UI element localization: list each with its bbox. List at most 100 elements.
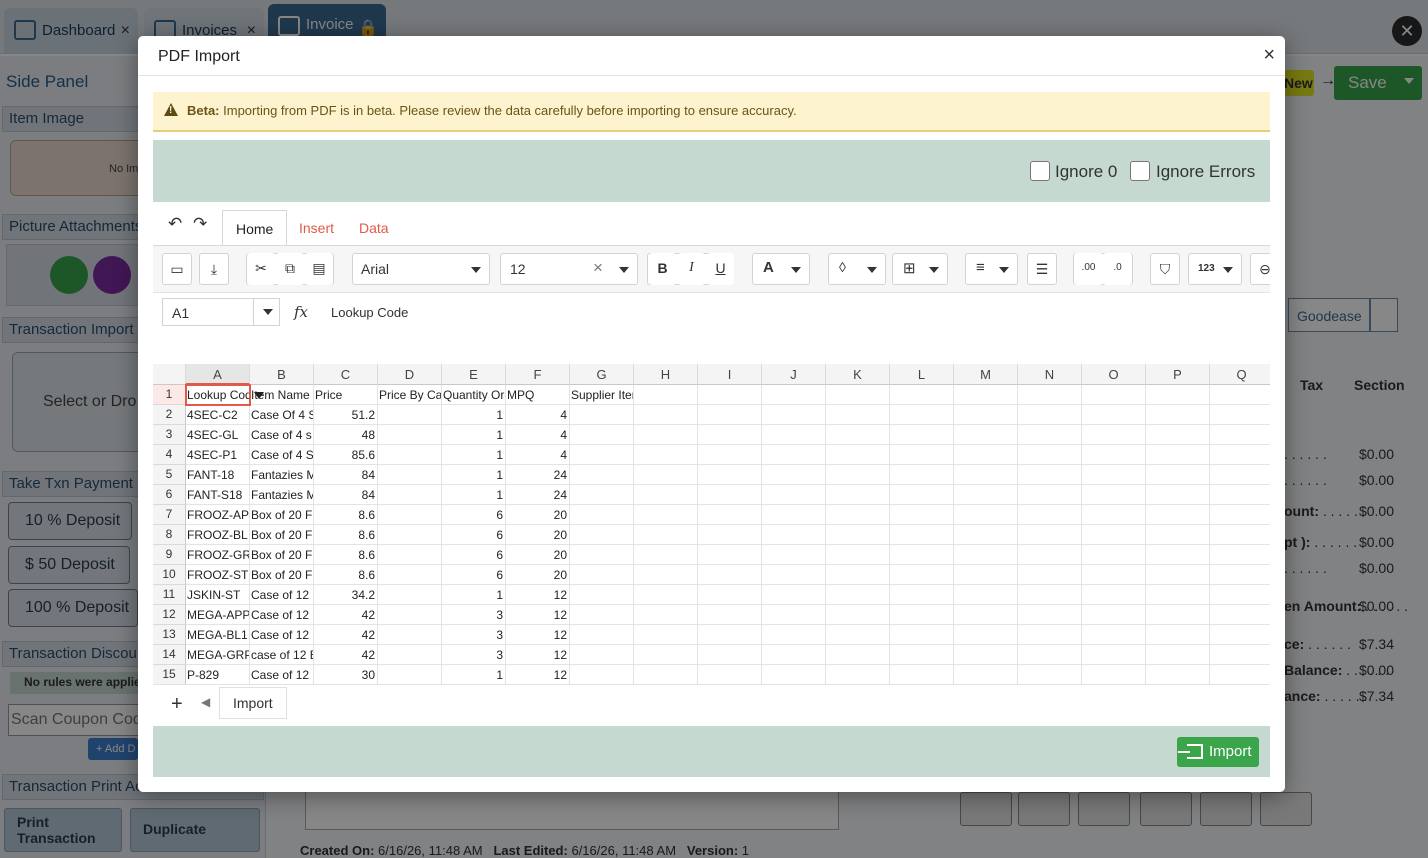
cell[interactable] <box>762 585 826 605</box>
cell[interactable]: 30 <box>314 665 378 685</box>
cell[interactable]: 4 <box>506 445 570 465</box>
row-header[interactable]: 1 <box>153 385 186 405</box>
cell[interactable]: Box of 20 F <box>250 505 314 525</box>
cell[interactable] <box>634 505 698 525</box>
cell[interactable]: 20 <box>506 505 570 525</box>
number-format-button[interactable]: 123 <box>1188 253 1242 285</box>
cell[interactable] <box>890 545 954 565</box>
cell[interactable] <box>1082 605 1146 625</box>
cell[interactable] <box>1146 585 1210 605</box>
cell[interactable]: 4SEC-P1 <box>186 445 250 465</box>
cell[interactable] <box>762 485 826 505</box>
cell[interactable] <box>634 385 698 405</box>
cell[interactable]: 12 <box>506 585 570 605</box>
cell[interactable] <box>1146 605 1210 625</box>
cell[interactable]: 6 <box>442 565 506 585</box>
cell[interactable] <box>890 385 954 405</box>
cell[interactable] <box>634 585 698 605</box>
cell[interactable]: 3 <box>442 625 506 645</box>
scroll-left-icon[interactable]: ◀ <box>201 695 210 709</box>
cell[interactable] <box>634 485 698 505</box>
cell[interactable] <box>890 465 954 485</box>
cell[interactable] <box>1146 445 1210 465</box>
cell[interactable] <box>1210 425 1270 445</box>
cell[interactable]: FANT-S18 <box>186 485 250 505</box>
font-color-button[interactable]: A <box>752 253 810 285</box>
cell[interactable]: 8.6 <box>314 565 378 585</box>
cell[interactable] <box>1146 505 1210 525</box>
cell[interactable] <box>634 425 698 445</box>
cell[interactable]: Box of 20 F <box>250 545 314 565</box>
cell[interactable]: 1 <box>442 405 506 425</box>
cell[interactable] <box>1082 665 1146 685</box>
cell[interactable] <box>570 485 634 505</box>
row-header[interactable]: 5 <box>153 465 186 485</box>
cell[interactable] <box>1018 425 1082 445</box>
cell[interactable] <box>1018 405 1082 425</box>
cell[interactable] <box>698 565 762 585</box>
cell[interactable]: 8.6 <box>314 505 378 525</box>
cell[interactable] <box>890 505 954 525</box>
cell[interactable] <box>570 625 634 645</box>
bold-icon[interactable]: B <box>649 253 676 285</box>
cell[interactable] <box>634 405 698 425</box>
column-header[interactable]: B <box>250 364 314 385</box>
cell[interactable] <box>698 665 762 685</box>
cell[interactable] <box>826 665 890 685</box>
select-all-corner[interactable] <box>153 364 186 385</box>
redo-icon[interactable]: ↷ <box>193 214 207 234</box>
cell[interactable] <box>1082 545 1146 565</box>
cell[interactable] <box>1146 405 1210 425</box>
cell[interactable] <box>570 605 634 625</box>
filter-icon[interactable]: ⛉ <box>1150 253 1180 285</box>
cell[interactable]: MEGA-APP <box>186 605 250 625</box>
cell[interactable] <box>1018 385 1082 405</box>
row-header[interactable]: 7 <box>153 505 186 525</box>
cell[interactable] <box>378 485 442 505</box>
cell[interactable] <box>890 645 954 665</box>
cell[interactable] <box>1082 385 1146 405</box>
cell[interactable] <box>1082 565 1146 585</box>
cell[interactable] <box>890 565 954 585</box>
cell[interactable] <box>698 605 762 625</box>
cell[interactable] <box>762 665 826 685</box>
cell[interactable] <box>1210 665 1270 685</box>
column-header[interactable]: M <box>954 364 1018 385</box>
cell[interactable]: 1 <box>442 585 506 605</box>
cell[interactable] <box>954 525 1018 545</box>
cell[interactable] <box>762 385 826 405</box>
cell[interactable]: FROOZ-BL <box>186 525 250 545</box>
filter-dropdown-icon[interactable] <box>254 392 264 399</box>
cell[interactable]: Box of 20 F <box>250 565 314 585</box>
cell[interactable] <box>1146 545 1210 565</box>
cell[interactable] <box>890 625 954 645</box>
cell[interactable] <box>378 445 442 465</box>
cell[interactable] <box>698 625 762 645</box>
cell[interactable] <box>1210 385 1270 405</box>
cell[interactable] <box>954 385 1018 405</box>
ignore-zero-checkbox[interactable] <box>1030 161 1050 181</box>
cell[interactable] <box>1018 585 1082 605</box>
cell[interactable] <box>762 465 826 485</box>
cell[interactable] <box>1210 545 1270 565</box>
cell[interactable] <box>634 645 698 665</box>
cell[interactable] <box>826 385 890 405</box>
column-header[interactable]: Q <box>1210 364 1270 385</box>
cell[interactable] <box>570 465 634 485</box>
cell[interactable] <box>890 585 954 605</box>
italic-icon[interactable]: I <box>678 253 705 285</box>
cell[interactable] <box>1018 545 1082 565</box>
cell[interactable] <box>570 565 634 585</box>
cell[interactable]: JSKIN-ST <box>186 585 250 605</box>
import-button[interactable]: Import <box>1177 737 1259 767</box>
cell[interactable]: Fantazies M <box>250 465 314 485</box>
cell[interactable] <box>1082 485 1146 505</box>
cell[interactable] <box>1018 445 1082 465</box>
cell[interactable]: Supplier Item <box>570 385 634 405</box>
cell[interactable] <box>698 525 762 545</box>
cell[interactable]: 24 <box>506 485 570 505</box>
cell[interactable] <box>762 605 826 625</box>
cell[interactable]: 3 <box>442 645 506 665</box>
cell[interactable] <box>1082 625 1146 645</box>
row-header[interactable]: 11 <box>153 585 186 605</box>
